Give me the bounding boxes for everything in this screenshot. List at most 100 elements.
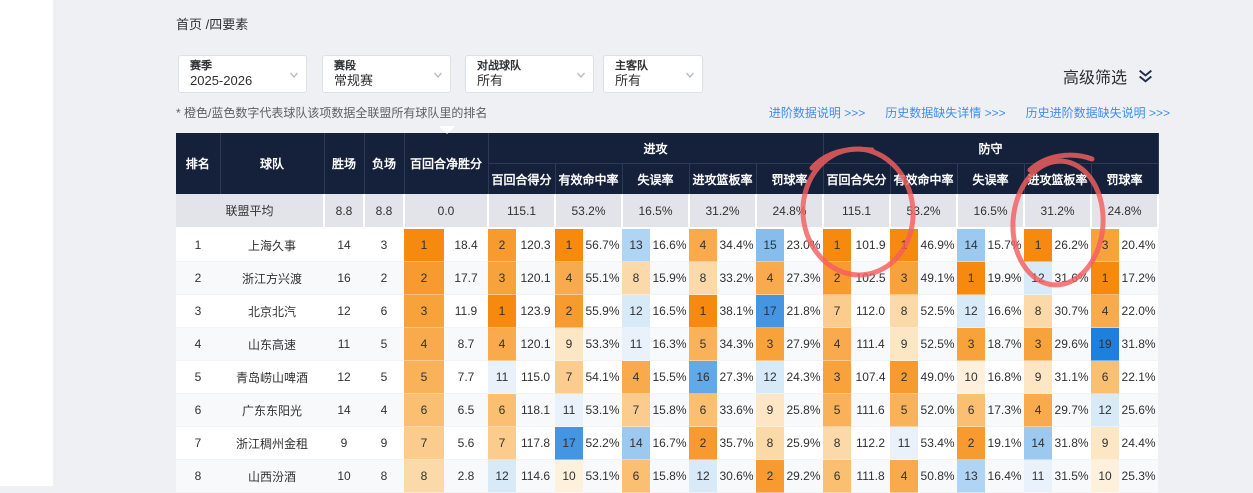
- group-header-offense[interactable]: 进攻: [488, 133, 823, 164]
- stat-value-cell: 16.6%: [985, 295, 1024, 328]
- stat-rank-cell: 3: [890, 262, 918, 295]
- team-name[interactable]: 浙江方兴渡: [220, 262, 324, 295]
- stat-value-cell: 112.2: [851, 427, 890, 460]
- stat-rank-cell: 5: [404, 361, 444, 394]
- team-name[interactable]: 上海久事: [220, 228, 324, 262]
- stat-rank-cell: 6: [957, 394, 985, 427]
- advanced-filter-label: 高级筛选: [1063, 64, 1127, 88]
- league-average-stat: 53.2%: [890, 194, 957, 228]
- stat-rank-cell: 1: [1091, 262, 1119, 295]
- stat-rank-cell: 8: [756, 427, 784, 460]
- stat-rank-cell: 19: [1091, 328, 1119, 361]
- stat-rank-cell: 3: [488, 262, 516, 295]
- stat-value-cell: 27.9%: [784, 328, 823, 361]
- col-header-stat-9[interactable]: 进攻篮板率: [1024, 164, 1091, 195]
- four-factors-table: 排名球队胜场负场百回合净胜分进攻防守百回合得分有效命中率失误率进攻篮板率罚球率百…: [176, 133, 1158, 493]
- team-losses: 4: [364, 394, 404, 427]
- stat-value-cell: 15.8%: [650, 460, 689, 493]
- stat-rank-cell: 3: [1024, 328, 1052, 361]
- stat-value-cell: 2.8: [444, 460, 488, 493]
- help-link-1[interactable]: 进阶数据说明 >>>: [769, 104, 865, 121]
- stat-value-cell: 111.8: [851, 460, 890, 493]
- team-rank: 5: [176, 361, 220, 394]
- col-header-stat-2[interactable]: 有效命中率: [555, 164, 622, 195]
- stat-rank-cell: 6: [689, 394, 717, 427]
- stat-value-cell: 30.6%: [717, 460, 756, 493]
- stat-rank-cell: 1: [488, 295, 516, 328]
- league-average-wins: 8.8: [324, 194, 364, 228]
- league-average-stat: 115.1: [488, 194, 555, 228]
- col-header-rank[interactable]: 排名: [176, 133, 220, 194]
- breadcrumb[interactable]: 首页 /四要素: [176, 14, 248, 33]
- help-link-2[interactable]: 历史数据缺失详情 >>>: [885, 104, 1005, 121]
- stat-rank-cell: 12: [1024, 262, 1052, 295]
- filter-dropdown-3[interactable]: 对战球队所有: [465, 55, 594, 93]
- col-header-team[interactable]: 球队: [220, 133, 324, 194]
- stat-rank-cell: 4: [689, 228, 717, 262]
- stat-rank-cell: 9: [555, 328, 583, 361]
- col-header-wins[interactable]: 胜场: [324, 133, 364, 194]
- stat-value-cell: 22.1%: [1119, 361, 1158, 394]
- stat-value-cell: 53.1%: [583, 460, 622, 493]
- team-name[interactable]: 山东高速: [220, 328, 324, 361]
- filter-selected-value: 所有: [477, 73, 571, 89]
- col-header-stat-8[interactable]: 失误率: [957, 164, 1024, 195]
- team-name[interactable]: 青岛崂山啤酒: [220, 361, 324, 394]
- stat-rank-cell: 5: [689, 328, 717, 361]
- stat-value-cell: 54.1%: [583, 361, 622, 394]
- col-header-stat-10[interactable]: 罚球率: [1091, 164, 1158, 195]
- league-average-stat: 31.2%: [1024, 194, 1091, 228]
- team-wins: 10: [324, 460, 364, 493]
- team-losses: 6: [364, 295, 404, 328]
- sort-indicator-icon[interactable]: [439, 126, 455, 134]
- filter-dropdown-2[interactable]: 赛段常规赛: [322, 55, 451, 93]
- stat-value-cell: 27.3%: [784, 262, 823, 295]
- stat-rank-cell: 2: [890, 361, 918, 394]
- stat-value-cell: 6.5: [444, 394, 488, 427]
- filter-selected-value: 2025-2026: [190, 73, 284, 89]
- col-header-stat-4[interactable]: 进攻篮板率: [689, 164, 756, 195]
- league-average-row: 联盟平均8.88.80.0115.153.2%16.5%31.2%24.8%11…: [176, 194, 1158, 228]
- stat-value-cell: 8.7: [444, 328, 488, 361]
- stat-value-cell: 16.6%: [650, 228, 689, 262]
- league-average-stat: 24.8%: [756, 194, 823, 228]
- col-header-stat-7[interactable]: 有效命中率: [890, 164, 957, 195]
- stat-rank-cell: 3: [404, 295, 444, 328]
- chevron-down-icon: [576, 70, 586, 80]
- stat-rank-cell: 3: [957, 328, 985, 361]
- stat-value-cell: 19.9%: [985, 262, 1024, 295]
- team-losses: 3: [364, 228, 404, 262]
- stat-value-cell: 52.2%: [583, 427, 622, 460]
- stat-value-cell: 18.4: [444, 228, 488, 262]
- team-name[interactable]: 广东东阳光: [220, 394, 324, 427]
- col-header-stat-5[interactable]: 罚球率: [756, 164, 823, 195]
- filter-dropdown-4[interactable]: 主客队所有: [603, 55, 703, 93]
- stat-rank-cell: 4: [622, 361, 650, 394]
- stat-value-cell: 118.1: [516, 394, 555, 427]
- col-header-stat-6[interactable]: 百回合失分: [823, 164, 890, 195]
- stat-value-cell: 27.3%: [717, 361, 756, 394]
- advanced-filter-button[interactable]: 高级筛选: [1063, 64, 1154, 88]
- team-name[interactable]: 北京北汽: [220, 295, 324, 328]
- chevron-down-icon: [289, 70, 299, 80]
- group-header-defense[interactable]: 防守: [823, 133, 1158, 164]
- stat-value-cell: 20.4%: [1119, 228, 1158, 262]
- help-link-3[interactable]: 历史进阶数据缺失说明 >>>: [1026, 104, 1170, 121]
- team-row: 6广东东阳光14466.56118.11153.1%715.8%633.6%92…: [176, 394, 1158, 427]
- col-header-stat-3[interactable]: 失误率: [622, 164, 689, 195]
- stat-rank-cell: 10: [555, 460, 583, 493]
- stat-value-cell: 16.7%: [650, 427, 689, 460]
- team-name[interactable]: 山西汾酒: [220, 460, 324, 493]
- stat-rank-cell: 14: [622, 427, 650, 460]
- team-losses: 2: [364, 262, 404, 295]
- stat-rank-cell: 4: [404, 328, 444, 361]
- col-header-losses[interactable]: 负场: [364, 133, 404, 194]
- stat-rank-cell: 7: [823, 295, 851, 328]
- col-header-net-rating[interactable]: 百回合净胜分: [404, 133, 488, 194]
- col-header-stat-1[interactable]: 百回合得分: [488, 164, 555, 195]
- stat-value-cell: 31.8%: [1052, 427, 1091, 460]
- filter-dropdown-1[interactable]: 赛季2025-2026: [178, 55, 307, 93]
- team-wins: 12: [324, 295, 364, 328]
- team-name[interactable]: 浙江稠州金租: [220, 427, 324, 460]
- stat-value-cell: 24.3%: [784, 361, 823, 394]
